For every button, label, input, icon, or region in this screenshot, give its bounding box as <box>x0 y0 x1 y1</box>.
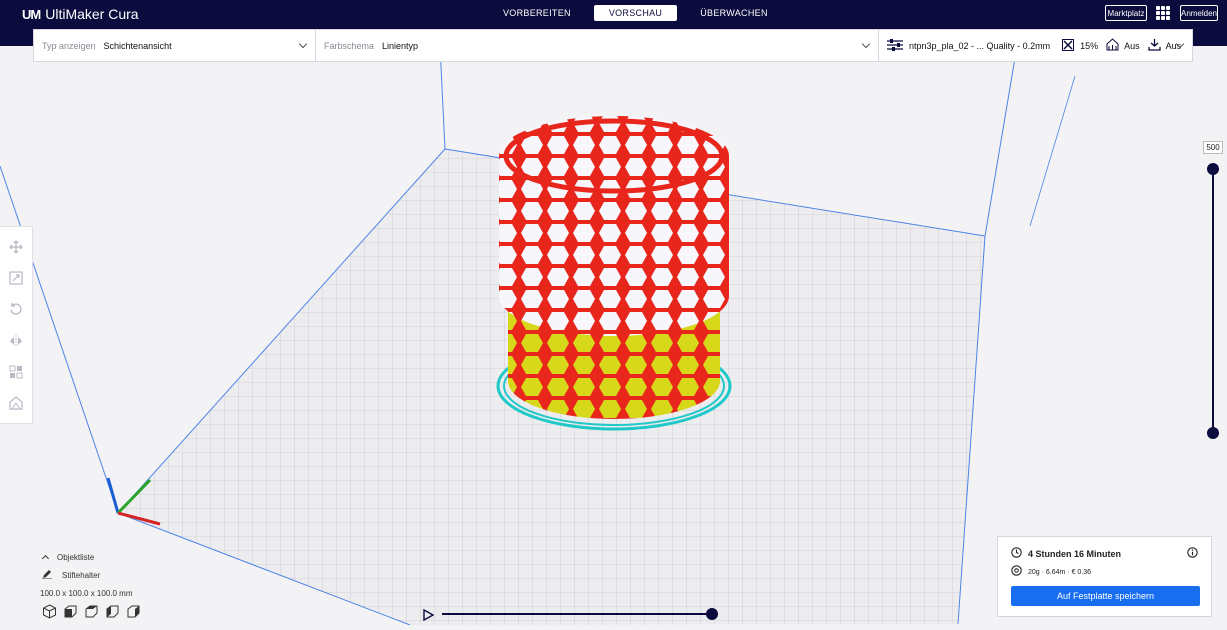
simulation-bar <box>420 606 720 622</box>
layer-handle-top[interactable] <box>1207 163 1219 175</box>
color-scheme-select[interactable]: Farbschema Linientyp <box>316 30 879 61</box>
object-list-label: Objektliste <box>57 552 95 562</box>
stage-tabs: VORBEREITEN VORSCHAU ÜBERWACHEN <box>488 5 783 21</box>
layer-slider[interactable]: 500 <box>1203 141 1223 441</box>
simulation-track[interactable] <box>442 613 712 615</box>
marketplace-button[interactable]: Marktplatz <box>1105 5 1147 21</box>
save-to-disk-button[interactable]: Auf Festplatte speichern <box>1011 586 1200 606</box>
color-scheme-label: Farbschema <box>324 40 375 51</box>
simulation-handle[interactable] <box>706 608 718 620</box>
top-view-icon[interactable] <box>84 604 99 619</box>
info-icon[interactable] <box>1187 545 1198 563</box>
view-type-label: Typ anzeigen <box>42 40 96 51</box>
support-icon <box>1106 38 1119 53</box>
material-estimate: 20g · 6.64m · € 0.36 <box>1028 568 1092 576</box>
logo-mark: UM <box>22 6 41 22</box>
clock-icon <box>1011 545 1022 563</box>
print-settings-selector[interactable]: ntpn3p_pla_02 - ... Quality - 0.2mm 15% … <box>879 30 1192 61</box>
view-type-value: Schichtenansicht <box>103 40 172 51</box>
print-info-card: 4 Stunden 16 Minuten 20g · 6.64m · € 0.3… <box>997 536 1212 617</box>
signin-button[interactable]: Anmelden <box>1180 5 1218 21</box>
front-view-icon[interactable] <box>63 604 78 619</box>
app-name: UltiMaker Cura <box>45 6 139 22</box>
material-row: 20g · 6.64m · € 0.36 <box>1011 563 1198 581</box>
view-settings-bar: Typ anzeigen Schichtenansicht Farbschema… <box>33 29 1193 62</box>
3d-view-icon[interactable] <box>42 604 57 619</box>
support-blocker-icon[interactable] <box>8 395 24 411</box>
profile-name: ntpn3p_pla_02 - ... Quality - 0.2mm <box>909 40 1051 51</box>
chevron-up-icon <box>41 554 50 563</box>
tab-preview[interactable]: VORSCHAU <box>593 5 678 21</box>
tool-panel <box>0 226 33 424</box>
object-list-panel: Objektliste Stiftehalter 100.0 x 100.0 x… <box>40 548 133 602</box>
print-time: 4 Stunden 16 Minuten <box>1028 549 1122 559</box>
view-type-select[interactable]: Typ anzeigen Schichtenansicht <box>34 30 316 61</box>
mirror-icon[interactable] <box>8 333 24 349</box>
spool-icon <box>1011 563 1022 581</box>
apps-grid-icon[interactable] <box>1156 6 1170 20</box>
settings-sliders-icon <box>887 38 903 53</box>
object-name: Stiftehalter <box>62 570 101 580</box>
right-view-icon[interactable] <box>126 604 141 619</box>
play-icon[interactable] <box>422 608 435 626</box>
layer-track[interactable] <box>1212 169 1214 433</box>
move-icon[interactable] <box>8 239 24 255</box>
object-list-toggle[interactable]: Objektliste <box>40 548 133 566</box>
tab-monitor[interactable]: ÜBERWACHEN <box>685 5 783 21</box>
model-preview[interactable] <box>496 116 732 431</box>
object-name-row[interactable]: Stiftehalter <box>40 566 133 584</box>
infill-value: 15% <box>1080 40 1099 51</box>
color-scheme-value: Linientyp <box>382 40 419 51</box>
camera-view-buttons <box>42 604 141 619</box>
app-logo: UM UltiMaker Cura <box>22 6 139 22</box>
rotate-icon[interactable] <box>8 301 24 317</box>
tab-prepare[interactable]: VORBEREITEN <box>488 5 586 21</box>
layer-handle-bottom[interactable] <box>1207 427 1219 439</box>
adhesion-icon <box>1147 38 1161 53</box>
chevron-down-icon <box>298 39 308 49</box>
pencil-icon <box>42 569 52 581</box>
print-time-row: 4 Stunden 16 Minuten <box>1011 545 1198 563</box>
chevron-down-icon <box>861 39 871 49</box>
object-dimensions: 100.0 x 100.0 x 100.0 mm <box>40 588 133 598</box>
scale-icon[interactable] <box>8 270 24 286</box>
support-value: Aus <box>1124 40 1140 51</box>
per-model-settings-icon[interactable] <box>8 364 24 380</box>
infill-icon <box>1062 38 1075 53</box>
layer-number[interactable]: 500 <box>1203 141 1223 154</box>
left-view-icon[interactable] <box>105 604 120 619</box>
z-axis <box>106 477 120 514</box>
